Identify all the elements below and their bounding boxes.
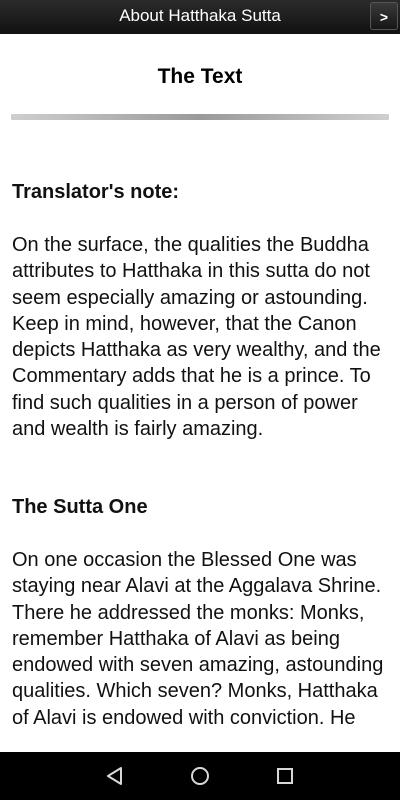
sutta-heading: The Sutta One <box>12 496 148 518</box>
home-circle-icon[interactable] <box>188 764 212 788</box>
title-bar: About Hatthaka Sutta > <box>0 0 400 35</box>
sutta-text: On one occasion the Blessed One was stay… <box>12 549 384 729</box>
page-heading: The Text <box>157 65 243 88</box>
app-screen: About Hatthaka Sutta > The Text Translat… <box>0 0 400 800</box>
heading-divider <box>11 114 389 120</box>
translator-note-text: On the surface, the qualities the Buddha… <box>12 234 381 441</box>
next-button[interactable]: > <box>370 2 398 30</box>
android-nav-bar <box>0 752 400 800</box>
content-area[interactable]: The Text Translator's note: On the surfa… <box>0 34 400 752</box>
back-triangle-icon[interactable] <box>103 764 127 788</box>
translator-note-heading: Translator's note: <box>12 181 180 203</box>
recents-square-icon[interactable] <box>273 764 297 788</box>
window-title: About Hatthaka Sutta <box>119 6 281 25</box>
